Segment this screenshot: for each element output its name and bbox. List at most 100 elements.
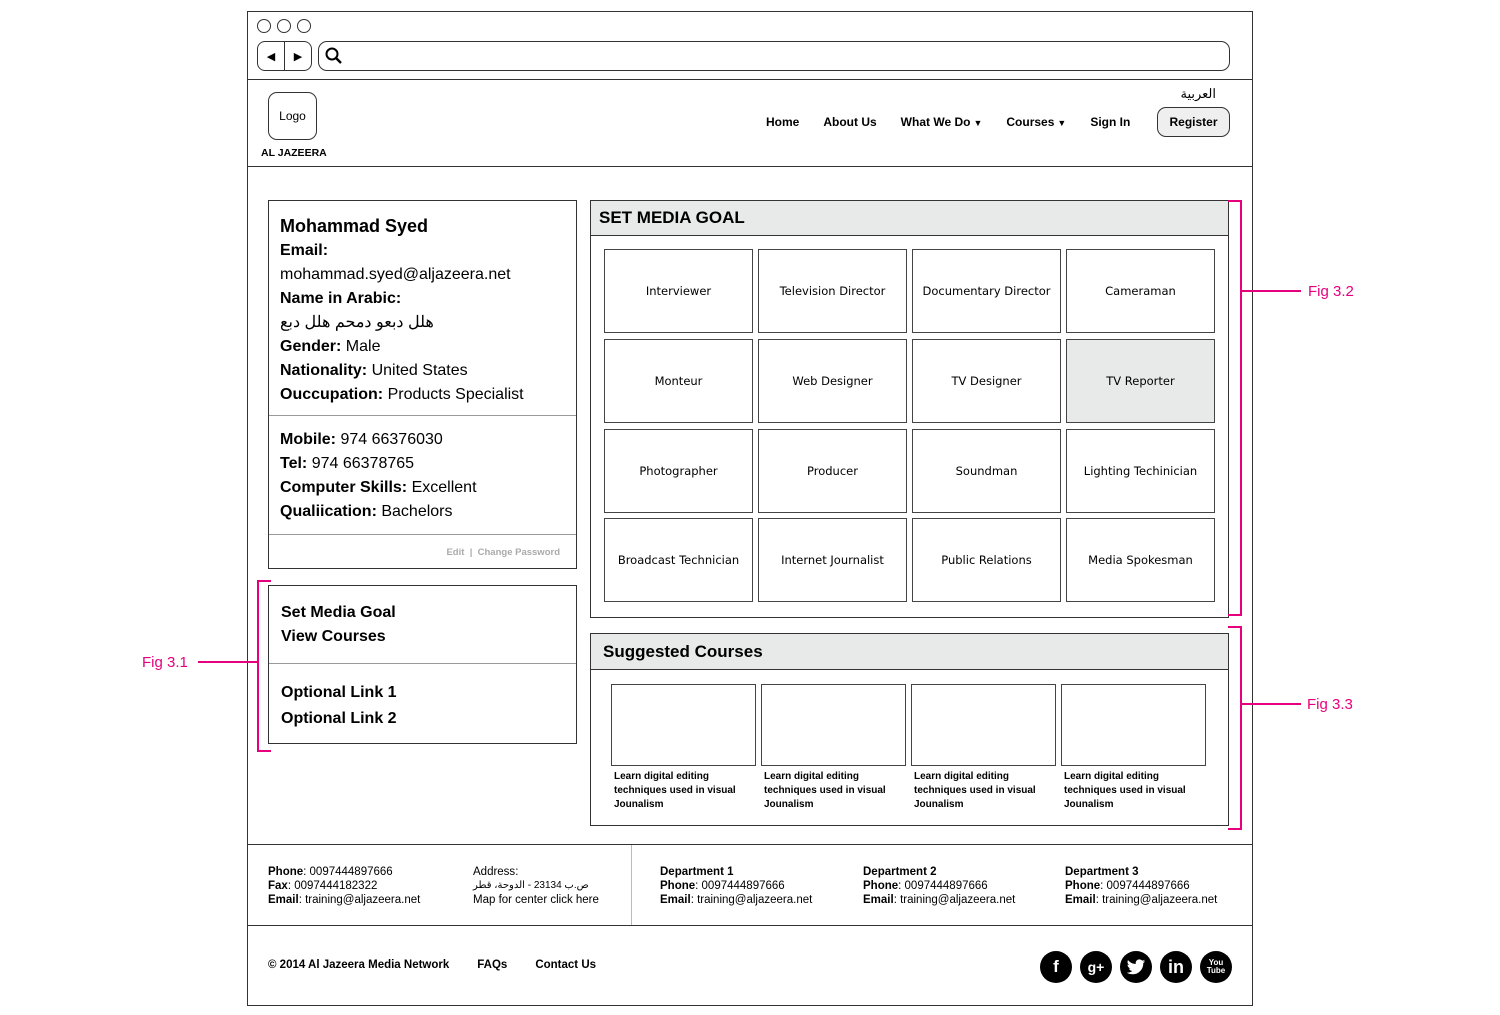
course-card[interactable]: Learn digital editing techniques used in… [1061, 684, 1206, 812]
suggested-courses-panel: Suggested Courses Learn digital editing … [590, 633, 1229, 826]
forward-button[interactable]: ▶ [285, 42, 311, 70]
media-goal-tile-label: Documentary Director [922, 284, 1051, 298]
profile-email: mohammad.syed@aljazeera.net [280, 266, 511, 283]
profile-skills: Excellent [411, 479, 477, 496]
set-media-goal-link[interactable]: Set Media Goal [281, 601, 564, 625]
media-goal-tile[interactable]: Photographer [604, 429, 753, 513]
media-goal-tile[interactable]: Internet Journalist [758, 518, 907, 602]
media-goal-tile-label: Television Director [779, 284, 886, 298]
brand-name: AL JAZEERA [261, 147, 327, 159]
media-goal-tile-label: TV Reporter [1106, 374, 1175, 388]
arabic-name-label: Name in Arabic: [280, 290, 402, 307]
fig-3-1-label: Fig 3.1 [142, 654, 188, 671]
optional-link-2[interactable]: Optional Link 2 [281, 706, 564, 732]
footer-fax: 0097444182322 [294, 880, 378, 892]
course-thumbnail[interactable] [911, 684, 1056, 766]
media-goal-tile[interactable]: Cameraman [1066, 249, 1215, 333]
youtube-icon[interactable]: You Tube [1200, 951, 1232, 983]
window-maximize-button[interactable] [297, 19, 311, 33]
fax-label: Fax [268, 880, 288, 892]
nav-home[interactable]: Home [766, 115, 799, 129]
set-media-goal-panel: SET MEDIA GOAL Interviewer Television Dir… [590, 200, 1229, 618]
address-label: Address [473, 866, 516, 878]
fig-3-2-label: Fig 3.2 [1308, 283, 1354, 300]
department-email[interactable]: training@aljazeera.net [697, 894, 812, 906]
change-password-link[interactable]: Change Password [478, 547, 560, 558]
fig-3-1-bracket [257, 580, 259, 752]
nav-what-we-do-label: What We Do [900, 115, 971, 129]
footer-email[interactable]: training@aljazeera.net [305, 894, 420, 906]
department-email[interactable]: training@aljazeera.net [1102, 894, 1217, 906]
media-goal-tile[interactable]: Broadcast Technician [604, 518, 753, 602]
media-goal-tile[interactable]: Web Designer [758, 339, 907, 423]
course-card[interactable]: Learn digital editing techniques used in… [911, 684, 1056, 812]
media-goal-tile[interactable]: Documentary Director [912, 249, 1061, 333]
course-title[interactable]: Learn digital editing techniques used in… [1061, 770, 1206, 812]
media-goal-tile[interactable]: Media Spokesman [1066, 518, 1215, 602]
media-goal-tile-label: Internet Journalist [781, 553, 884, 567]
mobile-label: Mobile: [280, 431, 336, 448]
edit-link[interactable]: Edit [446, 547, 464, 558]
profile-card: Mohammad Syed Email: mohammad.syed@aljaz… [268, 200, 577, 569]
course-card[interactable]: Learn digital editing techniques used in… [761, 684, 906, 812]
media-goal-tile[interactable]: Soundman [912, 429, 1061, 513]
optional-link-1[interactable]: Optional Link 1 [281, 680, 564, 706]
course-thumbnail[interactable] [611, 684, 756, 766]
department-name: Department 3 [1065, 866, 1139, 878]
footer-department: Department 1 Phone: 0097444897666 Email:… [660, 866, 813, 906]
occupation-label: Ouccupation: [280, 386, 384, 403]
contact-us-link[interactable]: Contact Us [535, 959, 596, 971]
department-phone: 0097444897666 [904, 880, 988, 892]
nav-sign-in[interactable]: Sign In [1090, 115, 1130, 129]
logo[interactable]: Logo [268, 92, 317, 140]
footer: Phone: 0097444897666 Fax: 0097444182322 … [248, 844, 1252, 926]
course-title[interactable]: Learn digital editing techniques used in… [761, 770, 906, 812]
address-bar[interactable] [318, 41, 1230, 71]
media-goal-tile[interactable]: Lighting Techinician [1066, 429, 1215, 513]
course-card[interactable]: Learn digital editing techniques used in… [611, 684, 756, 812]
map-link[interactable]: Map for center click here [473, 893, 599, 907]
media-goal-tile-label: Broadcast Technician [617, 553, 740, 567]
media-goal-tile[interactable]: TV Designer [912, 339, 1061, 423]
set-media-goal-title: SET MEDIA GOAL [591, 201, 1228, 236]
language-switch[interactable]: العربية [1180, 86, 1216, 102]
course-thumbnail[interactable] [1061, 684, 1206, 766]
nav-courses-label: Courses [1006, 115, 1055, 129]
media-goal-tile-label: TV Designer [951, 374, 1022, 388]
course-title[interactable]: Learn digital editing techniques used in… [911, 770, 1056, 812]
media-goal-tile[interactable]: Interviewer [604, 249, 753, 333]
suggested-courses-title: Suggested Courses [591, 634, 1228, 670]
fig-3-3-bracket [1240, 626, 1242, 830]
media-goal-tile[interactable]: Television Director [758, 249, 907, 333]
window-close-button[interactable] [257, 19, 271, 33]
media-goal-tile[interactable]: Public Relations [912, 518, 1061, 602]
phone-label: Phone [268, 866, 304, 878]
nav-about-us[interactable]: About Us [823, 115, 876, 129]
google-plus-icon[interactable]: g+ [1080, 951, 1112, 983]
view-courses-link[interactable]: View Courses [281, 625, 564, 649]
department-email[interactable]: training@aljazeera.net [900, 894, 1015, 906]
skills-label: Computer Skills: [280, 479, 408, 496]
media-goal-tile-label: Lighting Techinician [1083, 464, 1198, 478]
media-goal-tile-label: Public Relations [941, 553, 1032, 567]
footer-contact: Phone: 0097444897666 Fax: 0097444182322 … [268, 866, 421, 906]
twitter-icon[interactable] [1120, 951, 1152, 983]
linkedin-icon[interactable]: in [1160, 951, 1192, 983]
media-goal-tile[interactable]: Monteur [604, 339, 753, 423]
media-goal-tile[interactable]: Producer [758, 429, 907, 513]
course-thumbnail[interactable] [761, 684, 906, 766]
email-label: Email: [280, 242, 329, 259]
footer-bottom-links: © 2014 Al Jazeera Media Network FAQs Con… [268, 959, 624, 971]
window-minimize-button[interactable] [277, 19, 291, 33]
facebook-icon[interactable]: f [1040, 951, 1072, 983]
register-button[interactable]: Register [1157, 107, 1230, 137]
nav-what-we-do[interactable]: What We Do ▼ [901, 115, 983, 129]
media-goal-tile[interactable]: TV Reporter [1066, 339, 1215, 423]
profile-tel: 974 66378765 [311, 455, 415, 472]
faqs-link[interactable]: FAQs [477, 959, 507, 971]
nav-courses[interactable]: Courses ▼ [1006, 115, 1066, 129]
logo-text: Logo [279, 109, 306, 123]
footer-address-line: ص.ب 23134 - الدوحة، قطر [473, 880, 589, 891]
back-button[interactable]: ◀ [258, 42, 285, 70]
course-title[interactable]: Learn digital editing techniques used in… [611, 770, 756, 812]
